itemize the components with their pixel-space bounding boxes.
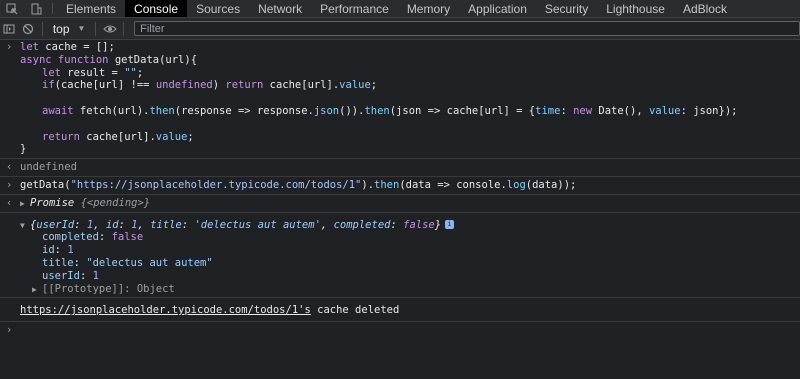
info-icon[interactable]: i (445, 220, 455, 230)
collapse-triangle-icon[interactable]: ▼ (20, 220, 30, 233)
object-summary[interactable]: ▼ {userId: 1, id: 1, title: 'delectus aut… (20, 219, 800, 232)
filter-input[interactable]: Filter (134, 21, 800, 36)
console-input-field[interactable] (20, 324, 800, 337)
promise-output[interactable]: ▶ Promise {<pending>} (20, 197, 800, 210)
output-value: undefined (20, 161, 77, 174)
tab-sources[interactable]: Sources (187, 0, 249, 17)
tab-security[interactable]: Security (536, 0, 597, 17)
output-return-icon: ‹ (6, 196, 13, 209)
console-input-entry: › getData("https://jsonplaceholder.typic… (0, 177, 800, 195)
code-line: if(cache[url] !== undefined) return cach… (42, 79, 378, 92)
console-log-entry: https://jsonplaceholder.typicode.com/tod… (0, 298, 800, 323)
tab-network[interactable]: Network (249, 0, 311, 17)
input-prompt-icon: › (6, 41, 13, 53)
code-line: let cache = []; (20, 41, 115, 53)
console-input-entry: › let cache = []; async function getData… (0, 39, 800, 160)
tab-separator (52, 3, 53, 14)
tab-lighthouse[interactable]: Lighthouse (597, 0, 674, 17)
toolbar-separator (123, 21, 125, 36)
console-prompt[interactable]: › (0, 322, 800, 339)
log-message-text: cache deleted (310, 304, 400, 317)
code-line: getData("https://jsonplaceholder.typicod… (20, 178, 577, 191)
devtools-tabbar: Elements Console Sources Network Perform… (0, 0, 800, 18)
tab-memory[interactable]: Memory (398, 0, 459, 17)
console-output-entry: ‹ ▶ Promise {<pending>} (0, 195, 800, 213)
chevron-down-icon: ▼ (77, 24, 86, 33)
inspect-element-icon[interactable] (0, 0, 24, 17)
log-message: https://jsonplaceholder.typicode.com/tod… (20, 304, 800, 317)
prompt-caret-icon: › (6, 324, 13, 337)
live-expression-eye-icon[interactable] (100, 18, 119, 39)
tab-application[interactable]: Application (459, 0, 536, 17)
tab-adblock[interactable]: AdBlock (674, 0, 736, 17)
toolbar-separator (95, 21, 97, 36)
code-line: await fetch(url).then(response => respon… (42, 104, 738, 117)
context-label: top (52, 21, 70, 36)
console-messages: › let cache = []; async function getData… (0, 39, 800, 339)
tab-elements[interactable]: Elements (57, 0, 125, 17)
cache-url-link[interactable]: https://jsonplaceholder.typicode.com/tod… (20, 304, 311, 316)
code-line: return cache[url].value; (42, 130, 194, 143)
code-line: } (20, 143, 27, 156)
expand-triangle-icon[interactable]: ▶ (32, 284, 42, 297)
context-selector[interactable]: top ▼ (47, 22, 92, 36)
object-property: title: "delectus aut autem" (42, 256, 213, 269)
show-sidebar-icon[interactable] (0, 18, 19, 39)
prototype-row[interactable]: ▶ [[Prototype]]: Object (20, 283, 800, 296)
tab-performance[interactable]: Performance (311, 0, 398, 17)
object-property: id: 1 (42, 244, 74, 257)
code-line: async function getData(url){ (20, 53, 198, 66)
object-property: userId: 1 (42, 269, 99, 282)
console-output-entry: ‹ undefined (0, 159, 800, 177)
input-prompt-icon: › (6, 178, 13, 191)
device-toolbar-icon[interactable] (24, 0, 48, 17)
clear-console-icon[interactable] (19, 18, 38, 39)
tab-console[interactable]: Console (125, 0, 188, 17)
output-return-icon: ‹ (6, 161, 13, 174)
code-line: let result = ""; (42, 66, 144, 79)
object-property: completed: false (42, 231, 144, 244)
expand-triangle-icon[interactable]: ▶ (20, 198, 30, 211)
console-log-entry: ▼ {userId: 1, id: 1, title: 'delectus aut… (0, 213, 800, 299)
toolbar-separator (41, 21, 43, 36)
console-toolbar: top ▼ Filter (0, 18, 800, 40)
